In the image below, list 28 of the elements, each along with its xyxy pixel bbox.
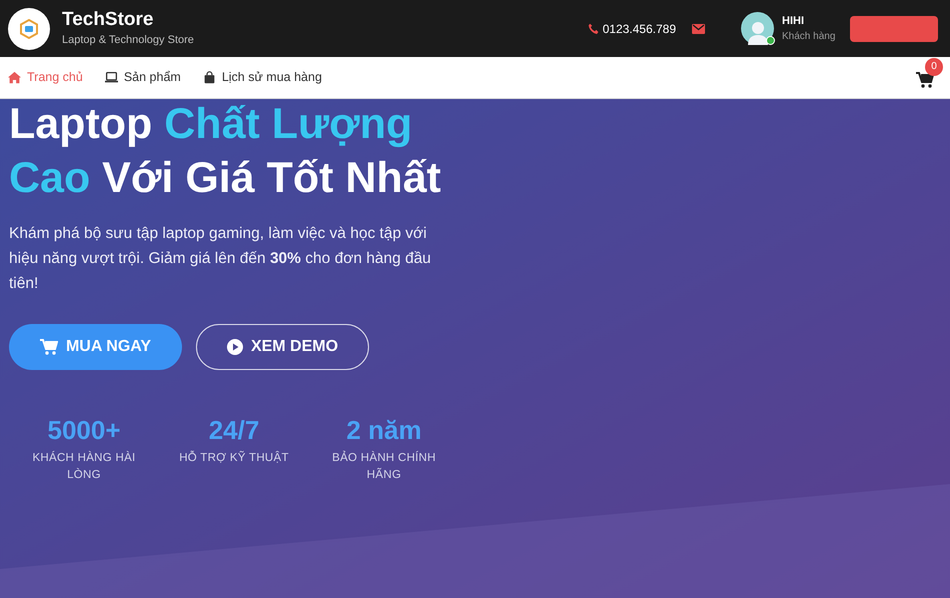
cart-icon[interactable]: [916, 72, 934, 88]
user-role: Khách hàng: [782, 30, 836, 44]
stat-label: BẢO HÀNH CHÍNH HÃNG: [331, 450, 437, 483]
home-icon: [8, 71, 21, 84]
laptop-icon: [104, 71, 118, 84]
nav-link[interactable]: Lịch sử mua hàng: [202, 68, 322, 87]
stat-value: 2 năm: [346, 414, 422, 446]
phone-icon: [588, 23, 599, 34]
header-button[interactable]: [850, 16, 938, 42]
logo-icon[interactable]: [8, 8, 50, 50]
hero-title: Laptop Chất Lượng Cao Với Giá Tốt Nhất: [9, 99, 442, 204]
phone-number[interactable]: 0123.456.789: [602, 20, 676, 38]
play-icon: [226, 339, 243, 355]
avatar-icon[interactable]: [741, 12, 774, 45]
user-name: HIHI: [782, 14, 805, 29]
cart-icon: [40, 339, 58, 355]
stat-label: KHÁCH HÀNG HÀI LÒNG: [31, 450, 137, 483]
stat-value: 5000+: [47, 414, 121, 446]
bag-icon: [202, 71, 216, 84]
hero-description: Khám phá bộ sưu tập laptop gaming, làm việc và học tập với hiệu năng vượt trội. Giảm giá lên đến 30% cho đơn hàng đầu tiên!: [9, 224, 432, 294]
mail-icon[interactable]: [692, 24, 705, 34]
demo-button[interactable]: XEM DEMO: [196, 324, 369, 370]
nav-link[interactable]: Sản phẩm: [104, 68, 181, 87]
brand-tagline: Laptop & Technology Store: [62, 33, 194, 48]
stat-label: HỖ TRỢ KỸ THUẬT: [178, 450, 290, 466]
stat-value: 24/7: [208, 414, 260, 446]
brand-name[interactable]: TechStore: [62, 8, 194, 32]
cart-count-badge: 0: [925, 58, 943, 76]
